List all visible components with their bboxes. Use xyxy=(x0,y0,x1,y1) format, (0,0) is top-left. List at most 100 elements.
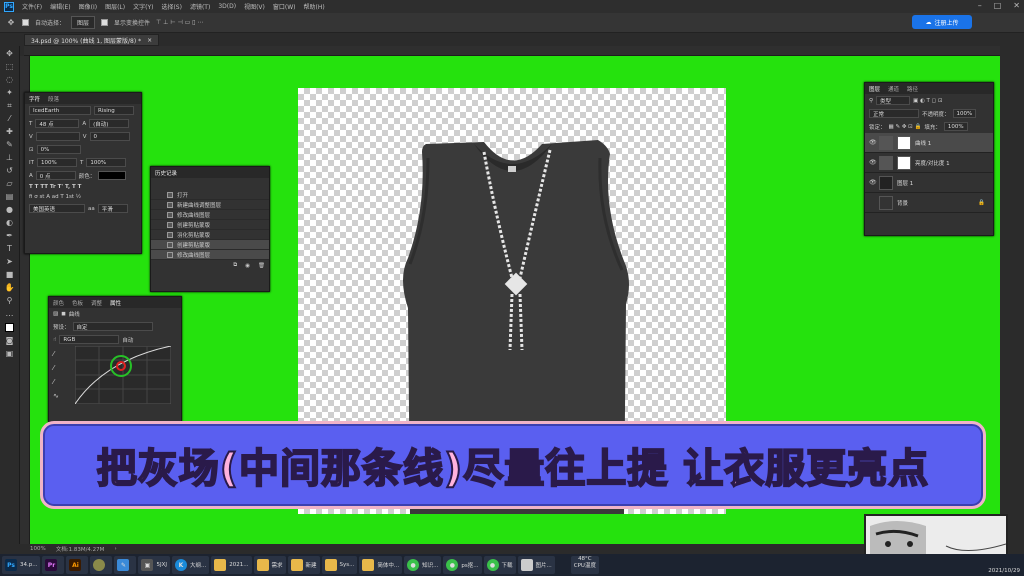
zoom-level[interactable]: 100% xyxy=(30,546,46,552)
align-icons[interactable]: ⊤ ⊥ ⊢ ⊣ ▭ ▯ ⋯ xyxy=(156,19,203,26)
layer-mask-thumb[interactable] xyxy=(897,135,911,150)
text-style-buttons[interactable]: T T TT Tr T' T, T T xyxy=(25,182,141,192)
quick-mask-icon[interactable]: ◙ xyxy=(5,337,15,345)
menu-view[interactable]: 视图(V) xyxy=(244,2,265,11)
tab-paths[interactable]: 路径 xyxy=(907,85,918,93)
taskbar-folder-new[interactable]: 新建 xyxy=(287,556,320,574)
move-tool-icon[interactable]: ✥ xyxy=(6,18,16,27)
taskbar-photoshop[interactable]: Ps 34.p... xyxy=(2,556,41,574)
channel-select[interactable]: RGB xyxy=(59,335,120,344)
auto-select-checkbox[interactable] xyxy=(22,19,29,26)
history-item[interactable]: 修改曲线图层 xyxy=(151,250,269,260)
maximize-icon[interactable]: □ xyxy=(994,1,1002,10)
tab-color[interactable]: 颜色 xyxy=(53,299,64,307)
tab-adjustments[interactable]: 调整 xyxy=(91,299,102,307)
stamp-icon[interactable]: ⊥ xyxy=(5,154,15,162)
layer-row[interactable]: 👁 图层 1 xyxy=(865,173,993,193)
preset-select[interactable]: 自定 xyxy=(72,322,153,331)
layer-filter-icons[interactable]: ▣ ◐ T ◻ ⊡ xyxy=(913,98,943,104)
text-color-swatch[interactable] xyxy=(98,171,127,180)
tab-swatches[interactable]: 色板 xyxy=(72,299,83,307)
white-point-eyedropper-icon[interactable]: ⁄ xyxy=(53,378,59,386)
mask-icon[interactable]: ◼ xyxy=(61,311,66,317)
baseline-field[interactable]: 0 点 xyxy=(35,171,76,180)
path-select-icon[interactable]: ➤ xyxy=(5,258,15,266)
anti-alias-select[interactable]: 平滑 xyxy=(97,204,128,213)
history-snapshot[interactable] xyxy=(151,178,269,190)
tsume-field[interactable]: 0% xyxy=(36,145,81,154)
taskbar-5jxj[interactable]: ▣ 5JXJ xyxy=(138,556,170,574)
history-item[interactable]: 打开 xyxy=(151,190,269,200)
taskbar-pen[interactable]: ✎ xyxy=(114,556,137,574)
brush-icon[interactable]: ✎ xyxy=(5,141,15,149)
healing-icon[interactable]: ✚ xyxy=(5,128,15,136)
menu-3d[interactable]: 3D(D) xyxy=(218,3,236,10)
history-brush-icon[interactable]: ↺ xyxy=(5,167,15,175)
layer-row[interactable]: 背景 🔒 xyxy=(865,193,993,213)
target-adjust-icon[interactable]: ☝ xyxy=(53,337,56,343)
screen-mode-icon[interactable]: ▣ xyxy=(5,350,15,358)
lock-icons[interactable]: ▦ ✎ ✥ ⊡ 🔒 xyxy=(889,124,922,130)
history-item[interactable]: 羽化剪贴蒙版 xyxy=(151,230,269,240)
visibility-eye-icon[interactable]: 👁 xyxy=(869,159,877,166)
horizontal-scale-field[interactable]: 100% xyxy=(86,158,127,167)
opacity-field[interactable]: 100% xyxy=(952,109,977,118)
tab-properties[interactable]: 属性 xyxy=(110,299,121,307)
font-family-select[interactable]: IcedEarth xyxy=(29,106,91,115)
dodge-icon[interactable]: ◐ xyxy=(5,219,15,227)
menu-type[interactable]: 文字(Y) xyxy=(133,2,153,11)
cloud-upload-button[interactable]: ☁ 注册上传 xyxy=(912,15,972,29)
taskbar-pictures[interactable]: 图片... xyxy=(517,556,555,574)
crop-icon[interactable]: ⌗ xyxy=(5,102,15,110)
layer-mask-thumb[interactable] xyxy=(897,155,911,170)
menu-window[interactable]: 窗口(W) xyxy=(273,2,296,11)
visibility-eye-icon[interactable]: 👁 xyxy=(869,139,877,146)
auto-button[interactable]: 自动 xyxy=(122,336,133,344)
magic-wand-icon[interactable]: ✦ xyxy=(5,89,15,97)
history-item[interactable]: 新建曲线调整图层 xyxy=(151,200,269,210)
delete-icon[interactable]: 🗑 xyxy=(258,263,265,269)
tab-close-icon[interactable]: × xyxy=(147,37,152,44)
cpu-temp-widget[interactable]: 48°C CPU温度 xyxy=(570,556,599,574)
system-clock[interactable]: 2021/10/29 xyxy=(988,568,1020,574)
taskbar-folder-2021[interactable]: 2021... xyxy=(211,556,252,574)
menu-select[interactable]: 选择(S) xyxy=(161,2,182,11)
menu-file[interactable]: 文件(F) xyxy=(22,2,42,11)
taskbar-illustrator[interactable]: Ai xyxy=(66,556,89,574)
language-select[interactable]: 美国英语 xyxy=(29,204,85,213)
taskbar-system[interactable]: Sys... xyxy=(321,556,358,574)
history-item[interactable]: 创建剪贴蒙版 xyxy=(151,220,269,230)
layer-kind-select[interactable]: 类型 xyxy=(876,96,911,105)
tab-layers[interactable]: 图层 xyxy=(869,85,880,93)
taskbar-outline[interactable]: K 大纲... xyxy=(172,556,210,574)
gradient-icon[interactable]: ▤ xyxy=(5,193,15,201)
snapshot-icon[interactable]: ◉ xyxy=(245,263,250,269)
layer-row[interactable]: 👁 亮度/对比度 1 xyxy=(865,153,993,173)
move-icon[interactable]: ✥ xyxy=(5,50,15,58)
marquee-icon[interactable]: ⬚ xyxy=(5,63,15,71)
font-size-field[interactable]: 48 点 xyxy=(35,119,80,128)
taskbar-knowledge[interactable]: ● 知识... xyxy=(404,556,442,574)
gray-point-eyedropper-icon[interactable]: ⁄ xyxy=(53,364,59,372)
shape-icon[interactable]: ■ xyxy=(5,271,15,279)
menu-help[interactable]: 帮助(H) xyxy=(304,2,325,11)
opentype-buttons[interactable]: fi σ st A ad T 1st ½ xyxy=(25,192,141,202)
eraser-icon[interactable]: ▱ xyxy=(5,180,15,188)
taskbar-download[interactable]: ● 下载 xyxy=(483,556,516,574)
taskbar-chinese[interactable]: 简体中... xyxy=(359,556,403,574)
history-item[interactable]: 创建剪贴蒙版 xyxy=(151,240,269,250)
menu-edit[interactable]: 编辑(E) xyxy=(50,2,70,11)
zoom-icon[interactable]: ⚲ xyxy=(5,297,15,305)
taskbar-premiere[interactable]: Pr xyxy=(42,556,65,574)
auto-select-dropdown[interactable]: 图层 xyxy=(71,16,96,29)
close-icon[interactable]: ✕ xyxy=(1013,1,1020,10)
new-document-icon[interactable]: ⧉ xyxy=(233,262,237,269)
pen-icon[interactable]: ✒ xyxy=(5,232,15,240)
eyedropper-icon[interactable]: ⁄ xyxy=(5,115,15,123)
font-style-select[interactable]: Rising xyxy=(94,106,134,115)
blur-icon[interactable]: ● xyxy=(5,206,15,214)
pencil-curve-icon[interactable]: ∿ xyxy=(53,392,59,400)
menu-filter[interactable]: 滤镜(T) xyxy=(190,2,210,11)
kerning-field[interactable] xyxy=(35,132,80,141)
history-item[interactable]: 修改曲线图层 xyxy=(151,210,269,220)
